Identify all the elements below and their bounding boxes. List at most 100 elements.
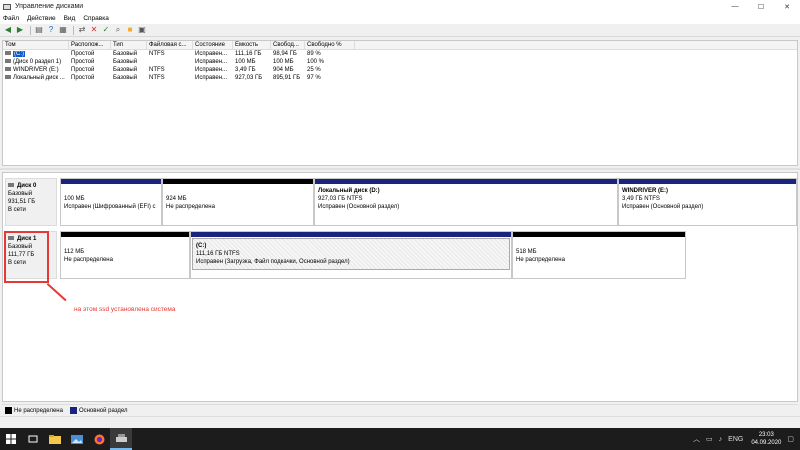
partition-unallocated[interactable]: 518 МБ Не распределена (512, 231, 686, 279)
volume-status: Исправен... (195, 75, 228, 81)
disk-row-1: Диск 1 Базовый 111,77 ГБ В сети 112 МБ Н… (5, 231, 797, 279)
volume-icon[interactable]: ♪ (719, 436, 723, 443)
disk-row-0: Диск 0 Базовый 931,51 ГБ В сети 100 МБ И… (5, 178, 797, 226)
status-bar (0, 416, 800, 428)
close-button[interactable]: ✕ (774, 0, 800, 13)
properties-icon[interactable]: ▤ (34, 25, 44, 35)
volume-icon (5, 67, 11, 72)
legend-label-primary: Основной раздел (78, 407, 128, 414)
menu-action[interactable]: Действие (27, 15, 56, 22)
col-capacity[interactable]: Емкость (233, 41, 271, 49)
disk-label-0[interactable]: Диск 0 Базовый 931,51 ГБ В сети (5, 178, 57, 226)
notifications-icon[interactable]: ▢ (787, 435, 794, 443)
disk-state: В сети (8, 207, 26, 213)
table-row[interactable]: (C:) Простой Базовый NTFS Исправен... 11… (3, 50, 797, 58)
photos-icon[interactable] (66, 428, 88, 450)
partition-unallocated[interactable]: 924 МБ Не распределена (162, 178, 314, 226)
settings-icon[interactable]: ▣ (137, 25, 147, 35)
volume-type: Базовый (113, 67, 138, 73)
volume-capacity: 100 МБ (235, 59, 256, 65)
partition-size: 100 МБ (64, 196, 85, 202)
annotation-highlight-box (4, 231, 49, 283)
partition-size: 112 МБ (64, 249, 85, 255)
windows-start-icon[interactable] (0, 428, 22, 450)
toolbar-separator (30, 25, 31, 35)
volume-name: Локальный диск ... (13, 75, 65, 81)
col-status[interactable]: Состояние (193, 41, 233, 49)
connect-icon[interactable]: ⇄ (77, 25, 87, 35)
volume-name: WINDRIVER (E:) (13, 67, 59, 73)
partition-system-c[interactable]: (C:) 111,16 ГБ NTFS Исправен (Загрузка, … (190, 231, 512, 279)
partition-windriver-e[interactable]: WINDRIVER (E:) 3,49 ГБ NTFS Исправен (Ос… (618, 178, 797, 226)
help-icon[interactable]: ? (46, 25, 56, 35)
col-fs[interactable]: Файловая с... (147, 41, 193, 49)
new-icon[interactable]: ■ (125, 25, 135, 35)
volume-list: Том Располож... Тип Файловая с... Состоя… (2, 40, 798, 166)
partition-efi[interactable]: 100 МБ Исправен (Шифрованный (EFI) с (60, 178, 162, 226)
volume-capacity: 3,49 ГБ (235, 67, 256, 73)
file-explorer-icon[interactable] (44, 428, 66, 450)
chevron-up-icon[interactable]: ︿ (693, 434, 700, 444)
legend: Не распределена Основной раздел (2, 404, 798, 416)
partition-size: 927,03 ГБ NTFS (318, 196, 363, 202)
table-row[interactable]: (Диск 0 раздел 1) Простой Базовый Исправ… (3, 58, 797, 66)
table-row[interactable]: Локальный диск ... Простой Базовый NTFS … (3, 74, 797, 82)
volume-header: Том Располож... Тип Файловая с... Состоя… (3, 41, 797, 50)
disk-kind: Базовый (8, 191, 33, 197)
language-indicator[interactable]: ENG (728, 436, 743, 443)
partition-status: Не распределена (516, 257, 565, 263)
network-icon[interactable]: ▭ (706, 435, 713, 443)
volume-icon (5, 59, 11, 64)
volume-layout: Простой (71, 67, 95, 73)
partition-title (516, 240, 682, 248)
partition-unallocated[interactable]: 112 МБ Не распределена (60, 231, 190, 279)
legend-label-unallocated: Не распределена (14, 407, 63, 414)
table-row[interactable]: WINDRIVER (E:) Простой Базовый NTFS Испр… (3, 66, 797, 74)
volume-icon (5, 51, 11, 56)
menu-file[interactable]: Файл (3, 15, 19, 22)
partition-size: 111,16 ГБ NTFS (196, 251, 240, 257)
volume-fs (147, 58, 193, 66)
volume-fs: NTFS (149, 75, 165, 81)
disk-management-window: Управление дисками — ☐ ✕ Файл Действие В… (0, 0, 800, 428)
legend-swatch-unallocated (5, 407, 12, 414)
partition-size: 3,49 ГБ NTFS (622, 196, 660, 202)
partition-title: Локальный диск (D:) (318, 188, 380, 194)
col-free-pct[interactable]: Свободно % (305, 41, 355, 49)
partition-status: Исправен (Загрузка, Файл подкачки, Основ… (196, 259, 350, 265)
list-icon[interactable]: ▦ (58, 25, 68, 35)
delete-icon[interactable]: ✕ (89, 25, 99, 35)
maximize-button[interactable]: ☐ (748, 0, 774, 13)
volume-name: (C:) (13, 51, 25, 57)
volume-status: Исправен... (195, 51, 228, 57)
disk-size: 931,51 ГБ (8, 199, 36, 205)
window-title: Управление дисками (15, 3, 84, 10)
menu-help[interactable]: Справка (83, 15, 109, 22)
col-volume[interactable]: Том (3, 41, 69, 49)
pane-splitter[interactable] (0, 168, 800, 170)
col-layout[interactable]: Располож... (69, 41, 111, 49)
disk-management-icon[interactable] (110, 428, 132, 450)
task-view-icon[interactable] (22, 428, 44, 450)
search-icon[interactable]: ⌕ (113, 25, 123, 35)
col-free[interactable]: Свобод... (271, 41, 305, 49)
col-type[interactable]: Тип (111, 41, 147, 49)
partition-local-d[interactable]: Локальный диск (D:) 927,03 ГБ NTFS Испра… (314, 178, 618, 226)
volume-type: Базовый (113, 51, 138, 57)
back-icon[interactable]: ◀ (3, 25, 13, 35)
clock[interactable]: 23:03 04.09.2020 (751, 431, 781, 447)
firefox-icon[interactable] (88, 428, 110, 450)
partition-status: Не распределена (64, 257, 113, 263)
partition-status: Исправен (Основной раздел) (622, 204, 704, 210)
menu-bar: Файл Действие Вид Справка (0, 13, 800, 24)
check-icon[interactable]: ✓ (101, 25, 111, 35)
volume-status: Исправен... (195, 59, 228, 65)
disk-icon (8, 183, 14, 188)
disk-map: Диск 0 Базовый 931,51 ГБ В сети 100 МБ И… (2, 172, 798, 402)
volume-name: (Диск 0 раздел 1) (13, 59, 62, 65)
forward-icon[interactable]: ▶ (15, 25, 25, 35)
menu-view[interactable]: Вид (64, 15, 76, 22)
minimize-button[interactable]: — (722, 0, 748, 13)
volume-free-pct: 97 % (307, 75, 321, 81)
partition-title (166, 187, 310, 195)
